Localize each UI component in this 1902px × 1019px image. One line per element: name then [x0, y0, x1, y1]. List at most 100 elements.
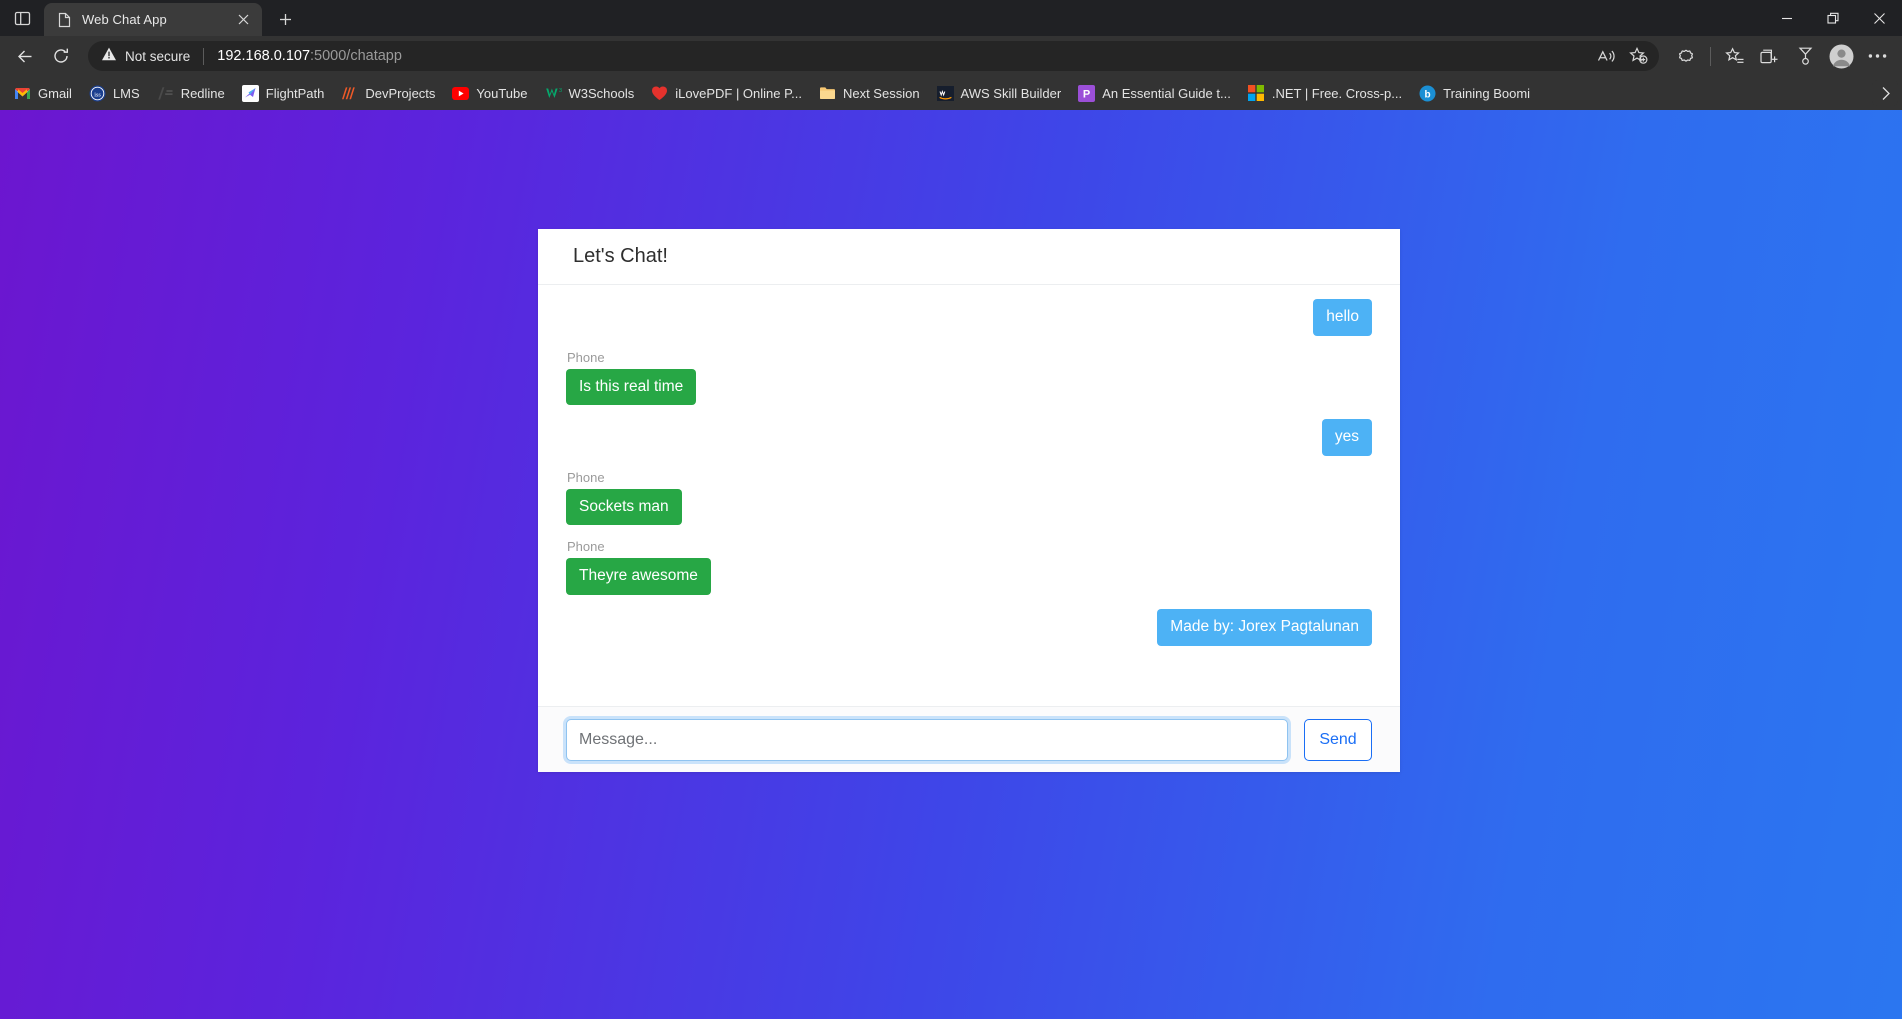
bookmark-w3schools[interactable]: 3 W3Schools — [537, 81, 643, 106]
message-bubble: Sockets man — [566, 488, 682, 526]
url-host: 192.168.0.107 — [217, 48, 311, 64]
bookmark-label: .NET | Free. Cross-p... — [1271, 85, 1403, 101]
avatar[interactable] — [1823, 40, 1859, 72]
bookmark-label: iLovePDF | Online P... — [675, 85, 802, 101]
message-sender: Phone — [567, 469, 605, 485]
bookmark-next-session[interactable]: Next Session — [811, 81, 928, 106]
chat-header: Let's Chat! — [538, 229, 1400, 285]
message-row: Phone Sockets man — [566, 456, 1372, 526]
bookmark-label: Gmail — [38, 85, 72, 101]
url-path: :5000/chatapp — [310, 48, 402, 64]
bookmark-label: FlightPath — [265, 85, 325, 101]
message-composer: Send — [538, 706, 1400, 772]
bookmarks-overflow-icon[interactable] — [1872, 80, 1898, 106]
warning-triangle-icon — [101, 46, 117, 67]
omnibox-separator — [203, 47, 205, 65]
devprojects-icon — [341, 85, 358, 102]
browser-tab[interactable]: Web Chat App — [44, 3, 262, 36]
boomi-icon: b — [1419, 85, 1436, 102]
bookmark-label: Next Session — [842, 85, 920, 101]
message-bubble: hello — [1313, 299, 1372, 336]
svg-text:b: b — [1425, 89, 1431, 100]
bookmark-flightpath[interactable]: FlightPath — [234, 81, 333, 106]
message-row: Phone Theyre awesome — [566, 525, 1372, 595]
aws-icon — [936, 85, 954, 102]
message-row: yes — [566, 405, 1372, 456]
page-title: Let's Chat! — [573, 245, 668, 267]
bookmark-aws-skill-builder[interactable]: AWS Skill Builder — [929, 81, 1070, 106]
chat-app-card: Let's Chat! hello Phone Is this real tim… — [538, 229, 1400, 772]
bookmark-label: Redline — [180, 85, 225, 101]
toolbar-separator — [1710, 46, 1711, 66]
restore-button[interactable] — [1810, 0, 1856, 36]
send-button[interactable]: Send — [1304, 718, 1372, 761]
bookmark-dotnet[interactable]: .NET | Free. Cross-p... — [1240, 81, 1410, 106]
message-list[interactable]: hello Phone Is this real time yes Phone … — [538, 285, 1400, 706]
bookmark-label: AWS Skill Builder — [960, 85, 1062, 101]
message-sender: Phone — [567, 539, 605, 555]
bookmark-ilovepdf[interactable]: iLovePDF | Online P... — [643, 81, 810, 106]
favorites-icon[interactable] — [1718, 40, 1752, 72]
youtube-icon — [452, 85, 470, 102]
bookmark-label: W3Schools — [568, 85, 635, 101]
message-row: Phone Is this real time — [566, 336, 1372, 406]
omnibox-actions — [1591, 43, 1655, 69]
folder-icon — [819, 85, 836, 102]
message-row: Made by: Jorex Pagtalunan — [566, 595, 1372, 646]
message-bubble: yes — [1321, 419, 1372, 456]
bookmarks-bar: Gmail iss LMS Redline FlightPath DevProj… — [0, 76, 1902, 110]
bookmark-devprojects[interactable]: DevProjects — [333, 81, 443, 106]
browser-toolbar-actions — [1665, 40, 1894, 72]
ilovepdf-icon — [651, 85, 668, 102]
window-controls — [1764, 0, 1902, 36]
close-window-button[interactable] — [1856, 0, 1902, 36]
flightpath-icon — [241, 84, 259, 102]
read-aloud-icon[interactable] — [1591, 43, 1621, 69]
redline-icon — [157, 85, 174, 102]
url-text: 192.168.0.107:5000/chatapp — [217, 48, 402, 64]
refresh-button[interactable] — [44, 40, 78, 72]
message-sender: Phone — [567, 349, 605, 365]
lms-icon: iss — [89, 85, 106, 102]
minimize-button[interactable] — [1764, 0, 1810, 36]
message-row: hello — [566, 299, 1372, 336]
message-bubble: Is this real time — [566, 368, 697, 406]
collections-icon[interactable] — [1753, 40, 1787, 72]
bookmark-redline[interactable]: Redline — [149, 81, 233, 106]
w3schools-icon: 3 — [545, 85, 562, 102]
address-bar[interactable]: Not secure 192.168.0.107:5000/chatapp — [88, 41, 1659, 71]
bookmark-lms[interactable]: iss LMS — [81, 81, 148, 106]
document-icon — [56, 11, 73, 28]
microsoft-icon — [1248, 85, 1265, 102]
navigation-toolbar: Not secure 192.168.0.107:5000/chatapp — [0, 36, 1902, 76]
svg-text:P: P — [1083, 88, 1090, 100]
svg-text:iss: iss — [94, 91, 101, 98]
close-tab-icon[interactable] — [232, 9, 254, 31]
bookmark-label: Training Boomi — [1443, 85, 1531, 101]
message-bubble: Theyre awesome — [566, 558, 711, 595]
powerpoint-icon: P — [1078, 84, 1096, 102]
bookmark-training-boomi[interactable]: b Training Boomi — [1411, 81, 1538, 106]
split-view-icon[interactable] — [0, 0, 44, 36]
back-button[interactable] — [8, 40, 42, 72]
message-bubble: Made by: Jorex Pagtalunan — [1157, 608, 1372, 646]
bookmark-youtube[interactable]: YouTube — [444, 81, 535, 106]
message-input[interactable] — [566, 718, 1288, 761]
new-tab-button[interactable] — [268, 4, 302, 34]
browser-window: Web Chat App Not secure 192.168.0.107:50… — [0, 0, 1902, 1019]
page-viewport: Let's Chat! hello Phone Is this real tim… — [0, 110, 1902, 1019]
bookmark-label: An Essential Guide t... — [1102, 85, 1231, 101]
tab-title: Web Chat App — [82, 12, 167, 27]
tab-strip: Web Chat App — [0, 0, 1902, 36]
extensions-icon[interactable] — [1669, 40, 1703, 72]
svg-text:3: 3 — [559, 88, 562, 94]
security-indicator[interactable]: Not secure — [101, 46, 190, 67]
gmail-icon — [14, 85, 31, 102]
security-label: Not secure — [125, 48, 191, 64]
bookmark-gmail[interactable]: Gmail — [6, 81, 80, 106]
settings-menu-icon[interactable] — [1860, 40, 1894, 72]
bookmark-essential-guide[interactable]: P An Essential Guide t... — [1070, 81, 1239, 106]
bookmark-label: YouTube — [476, 85, 528, 101]
add-favorite-icon[interactable] — [1623, 43, 1653, 69]
rewards-icon[interactable] — [1788, 40, 1822, 72]
